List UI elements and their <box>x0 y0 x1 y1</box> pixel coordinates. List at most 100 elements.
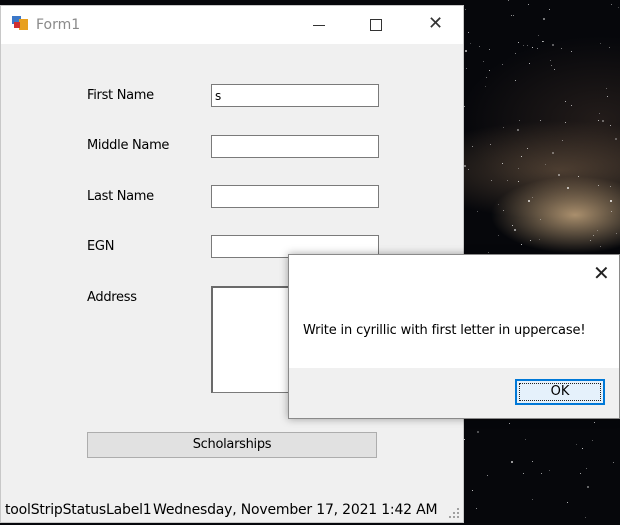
star <box>502 126 504 128</box>
star <box>539 120 541 121</box>
star <box>477 210 479 212</box>
ok-button[interactable]: OK <box>515 379 605 405</box>
first-name-input[interactable] <box>211 84 379 107</box>
star <box>514 53 516 55</box>
last-name-input[interactable] <box>211 185 379 208</box>
star <box>464 50 467 53</box>
star <box>539 239 541 241</box>
star <box>518 167 520 169</box>
star <box>593 235 595 237</box>
address-textarea[interactable] <box>211 286 291 393</box>
close-icon: ✕ <box>593 261 610 285</box>
star <box>589 240 591 242</box>
star <box>501 63 503 65</box>
minimize-button[interactable] <box>296 6 342 44</box>
star <box>466 67 468 69</box>
star <box>518 120 520 122</box>
star <box>488 252 490 254</box>
star <box>468 31 470 33</box>
star <box>472 145 473 147</box>
star <box>507 0 509 1</box>
star <box>585 517 587 519</box>
star <box>586 467 588 469</box>
star <box>475 507 477 509</box>
star <box>570 105 572 107</box>
star <box>498 203 500 205</box>
close-icon: ✕ <box>428 13 444 34</box>
scholarships-button[interactable]: Scholarships <box>87 432 377 458</box>
focus-rectangle <box>519 383 601 401</box>
star <box>612 462 614 464</box>
star <box>545 164 547 166</box>
star <box>518 181 520 183</box>
star <box>517 41 519 43</box>
star <box>527 4 529 6</box>
star <box>600 245 602 247</box>
star <box>567 186 570 189</box>
star <box>601 119 604 122</box>
close-button[interactable]: ✕ <box>411 6 457 44</box>
star <box>527 44 529 46</box>
star <box>531 197 533 199</box>
star <box>607 96 609 98</box>
star <box>565 121 567 123</box>
star <box>530 240 532 242</box>
star <box>551 152 554 155</box>
star <box>579 473 581 475</box>
star <box>464 164 467 167</box>
star <box>469 42 471 44</box>
star <box>587 485 589 488</box>
message-box-close-button[interactable]: ✕ <box>593 263 613 283</box>
star <box>594 421 596 423</box>
star <box>543 18 546 21</box>
star <box>520 243 522 245</box>
star <box>464 439 466 441</box>
star <box>576 444 578 446</box>
window-title: Form1 <box>36 17 81 33</box>
star <box>615 138 618 141</box>
title-bar[interactable]: Form1 ✕ <box>1 6 463 44</box>
star <box>557 174 560 177</box>
star <box>537 48 539 50</box>
star <box>551 64 553 66</box>
status-label-datetime: Wednesday, November 17, 2021 1:42 AM <box>153 502 438 518</box>
message-text: Write in cyrillic with first letter in u… <box>303 323 586 338</box>
star <box>540 218 542 220</box>
middle-name-input[interactable] <box>211 135 379 158</box>
star <box>502 162 504 164</box>
star <box>471 490 473 492</box>
star <box>465 9 467 11</box>
star <box>577 176 579 178</box>
size-grip-icon[interactable] <box>449 508 461 520</box>
star <box>513 15 515 17</box>
star <box>609 46 611 48</box>
star <box>561 47 563 49</box>
star <box>564 101 566 103</box>
star <box>488 49 490 51</box>
star <box>548 8 550 10</box>
star <box>517 129 520 132</box>
star <box>527 148 529 150</box>
star <box>549 469 551 471</box>
star <box>532 460 534 462</box>
star <box>540 473 542 475</box>
maximize-icon <box>370 19 382 31</box>
minimize-icon <box>313 25 325 26</box>
star <box>605 87 607 89</box>
maximize-button[interactable] <box>353 6 399 44</box>
star <box>525 438 527 440</box>
star <box>479 46 481 48</box>
first-name-label: First Name <box>87 88 154 103</box>
last-name-label: Last Name <box>87 189 154 204</box>
star <box>550 60 552 62</box>
star <box>498 235 500 237</box>
star <box>509 422 511 424</box>
status-bar: toolStripStatusLabel1 Wednesday, Novembe… <box>1 498 463 522</box>
star <box>486 76 488 78</box>
star <box>506 180 508 182</box>
star <box>611 3 613 5</box>
star <box>528 62 530 64</box>
star <box>502 209 504 211</box>
star <box>488 69 490 71</box>
star <box>554 68 556 70</box>
